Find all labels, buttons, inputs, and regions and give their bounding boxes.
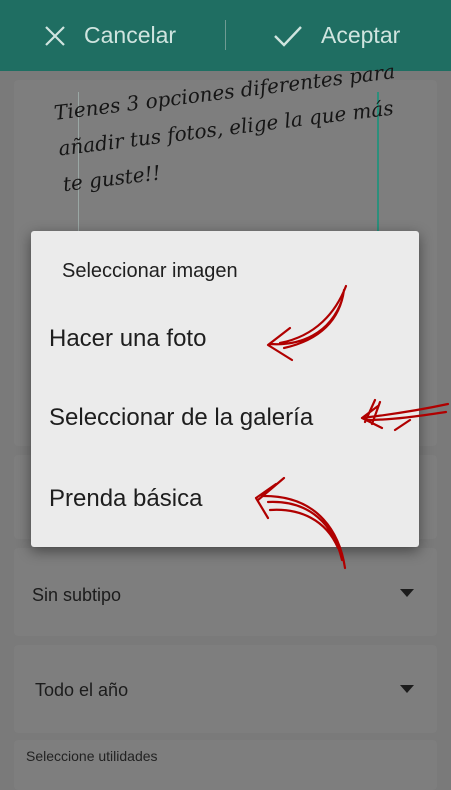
action-divider [225, 20, 226, 50]
select-image-dialog: Seleccionar imagen Hacer una foto Selecc… [31, 231, 419, 547]
dialog-title: Seleccionar imagen [62, 260, 238, 282]
utilities-label: Seleccione utilidades [26, 748, 158, 764]
option-take-photo[interactable]: Hacer una foto [49, 314, 409, 364]
cancel-label: Cancelar [84, 22, 177, 48]
check-icon [274, 25, 302, 47]
dropdown-arrow-icon [400, 685, 414, 693]
dropdown-arrow-icon [400, 589, 414, 597]
accept-label: Aceptar [321, 22, 401, 48]
close-icon [45, 25, 65, 46]
subtype-dropdown[interactable]: Sin subtipo [14, 548, 437, 636]
subtype-value: Sin subtipo [32, 585, 122, 605]
option-basic-garment[interactable]: Prenda básica [49, 474, 409, 524]
option-gallery[interactable]: Seleccionar de la galería [49, 393, 409, 443]
season-value: Todo el año [35, 680, 129, 700]
cancel-button[interactable]: Cancelar [44, 0, 176, 71]
season-dropdown[interactable]: Todo el año [14, 645, 437, 733]
